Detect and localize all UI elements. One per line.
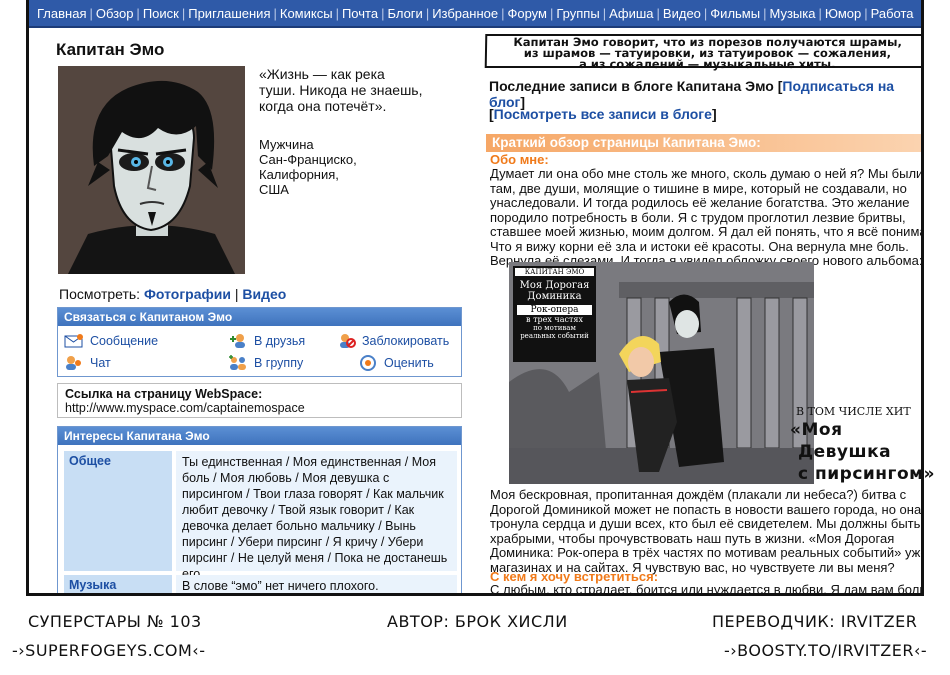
- footer-translator: ПЕРЕВОДЧИК: IRVITZER: [712, 612, 918, 631]
- profile-state: Калифорния,: [259, 167, 339, 182]
- album-artist: КАПИТАН ЭМО: [515, 268, 594, 276]
- chat-icon: [64, 355, 84, 371]
- group-icon: [228, 355, 248, 371]
- interest-value-music: В слове “эмо” нет ничего плохого.: [176, 575, 457, 593]
- interests-panel-title: Интересы Капитана Эмо: [58, 427, 461, 445]
- view-links: Посмотреть: Фотографии | Видео: [59, 286, 286, 302]
- videos-link[interactable]: Видео: [242, 286, 286, 302]
- webspace-url[interactable]: http://www.myspace.com/captainemospace: [65, 401, 454, 415]
- block-user-icon: [336, 333, 356, 349]
- chat-label: Чат: [90, 356, 111, 370]
- footer-author: АВТОР: БРОК ХИСЛИ: [387, 612, 568, 631]
- about-me-heading: Обо мне:: [490, 152, 549, 167]
- view-all-posts-link[interactable]: Посмотреть все записи в блоге: [494, 106, 712, 122]
- footer-boosty-link: -›BOOSTY.TO/IRVITZER‹-: [724, 641, 928, 660]
- blog-view-all: [Посмотреть все записи в блоге]: [489, 106, 717, 122]
- webspace-label: Ссылка на страницу WebSpace:: [65, 387, 263, 401]
- add-friend-label: В друзья: [254, 334, 306, 348]
- emo-portrait: [58, 66, 245, 274]
- chat-button[interactable]: Чат: [64, 355, 111, 371]
- interest-row-general: Общее Ты единственная / Моя единственная…: [64, 451, 457, 581]
- album-title-line-2: Доминика: [527, 291, 582, 302]
- footer-series-title: СУПЕРСТАРЫ № 103: [28, 612, 202, 631]
- message-label: Сообщение: [90, 334, 159, 348]
- add-friend-button[interactable]: В друзья: [228, 333, 305, 349]
- profile-city: Сан-Франциско,: [259, 152, 357, 167]
- top-navigation: Главная | Обзор | Поиск | Приглашения | Комиксы |…: [29, 0, 921, 28]
- block-label: Заблокировать: [362, 334, 450, 348]
- hit-title-line-1: «Моя: [790, 420, 843, 440]
- message-button[interactable]: Сообщение: [64, 333, 158, 349]
- caption-line-3: а из сожалений — музыкальные хиты.: [578, 57, 836, 71]
- profile-photo[interactable]: [58, 66, 245, 274]
- link-separator: |: [234, 286, 239, 302]
- add-to-group-button[interactable]: В группу: [228, 355, 303, 371]
- meet-text: С любым, кто страдает, боится или нуждае…: [490, 582, 924, 596]
- after-album-text: Моя бескровная, пропитанная дождём (плак…: [490, 487, 924, 575]
- nav-item[interactable]: Почта: [340, 6, 380, 21]
- webspace-link-box: Ссылка на страницу WebSpace: http://www.…: [57, 383, 462, 418]
- nav-item[interactable]: Обзор: [94, 6, 136, 21]
- album-sub-line-4: реальных событий: [520, 332, 589, 340]
- nav-item[interactable]: Избранное: [430, 6, 500, 21]
- nav-item[interactable]: Группы: [554, 6, 601, 21]
- envelope-icon: [64, 333, 84, 349]
- view-label: Посмотреть:: [59, 286, 141, 302]
- album-sub-line-3: по мотивам: [533, 324, 576, 332]
- interest-category-general: Общее: [64, 451, 172, 571]
- contact-panel-title: Связаться с Капитаном Эмо: [58, 308, 461, 326]
- interests-panel: Интересы Капитана Эмо Общее Ты единствен…: [57, 426, 462, 593]
- narration-caption: Капитан Эмо говорит, что из порезов полу…: [484, 34, 921, 71]
- hit-label: В ТОМ ЧИСЛЕ ХИТ: [796, 405, 911, 418]
- add-friend-icon: [228, 333, 248, 349]
- album-title-line-1: Моя Дорогая: [519, 280, 590, 291]
- nav-item[interactable]: Форум: [505, 6, 549, 21]
- block-button[interactable]: Заблокировать: [336, 333, 449, 349]
- interest-category-music: Музыка: [64, 575, 172, 593]
- overview-heading: Краткий обзор страницы Капитана Эмо:: [486, 134, 921, 152]
- nav-item[interactable]: Работа: [869, 6, 916, 21]
- nav-item[interactable]: Поиск: [141, 6, 181, 21]
- nav-item[interactable]: Главная: [35, 6, 88, 21]
- hit-title: «Моя Девушка с пирсингом»: [790, 419, 935, 485]
- album-cover: КАПИТАН ЭМО Моя Дорогая Доминика Рок-опе…: [509, 262, 814, 484]
- nav-item[interactable]: Афиша: [607, 6, 655, 21]
- nav-item[interactable]: Приглашения: [186, 6, 272, 21]
- blog-latest-label: Последние записи в блоге Капитана Эмо: [489, 78, 774, 94]
- profile-details: Мужчина Сан-Франциско, Калифорния, США: [259, 137, 419, 197]
- nav-item[interactable]: Юмор: [823, 6, 863, 21]
- nav-item[interactable]: Блоги: [385, 6, 424, 21]
- interest-row-music: Музыка В слове “эмо” нет ничего плохого.: [64, 575, 457, 593]
- add-to-group-label: В группу: [254, 356, 304, 370]
- nav-item[interactable]: Фильмы: [708, 6, 762, 21]
- profile-quote: «Жизнь — как река туши. Никода не знаешь…: [259, 66, 423, 114]
- contact-panel: Связаться с Капитаном Эмо Сообщение В др…: [57, 307, 462, 377]
- rate-button[interactable]: Оценить: [358, 355, 434, 371]
- album-sub-line-1: Рок-опера: [517, 305, 592, 315]
- album-title-block: КАПИТАН ЭМО Моя Дорогая Доминика Рок-опе…: [513, 266, 596, 362]
- hit-title-line-3: с пирсингом»: [798, 464, 935, 484]
- comic-panel: Главная | Обзор | Поиск | Приглашения | Комиксы |…: [26, 0, 924, 596]
- nav-item[interactable]: Комиксы: [278, 6, 335, 21]
- photos-link[interactable]: Фотографии: [144, 286, 231, 302]
- rate-label: Оценить: [384, 356, 434, 370]
- hit-title-line-2: Девушка: [798, 442, 892, 462]
- nav-item[interactable]: Музыка: [767, 6, 817, 21]
- profile-name: Капитан Эмо: [56, 40, 165, 59]
- album-sub-line-2: в трех частях: [526, 315, 583, 324]
- rate-icon: [358, 355, 378, 371]
- interest-value-general: Ты единственная / Моя единственная / Моя…: [176, 451, 457, 581]
- nav-item[interactable]: Видео: [661, 6, 703, 21]
- profile-country: США: [259, 182, 289, 197]
- footer-site-link: -›SUPERFOGEYS.COM‹-: [12, 641, 206, 660]
- about-me-text: Думает ли она обо мне столь же много, ск…: [490, 166, 924, 268]
- profile-gender: Мужчина: [259, 137, 314, 152]
